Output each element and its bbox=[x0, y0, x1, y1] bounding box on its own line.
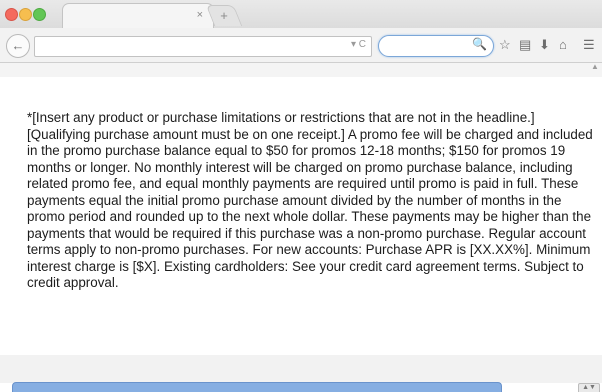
scroll-up-icon[interactable]: ▲ bbox=[588, 62, 602, 82]
back-button[interactable]: ← bbox=[6, 34, 30, 58]
nav-toolbar: ← ▾ C 🔍 ☆ ▤ ⬇ ⌂ ☰ bbox=[0, 28, 602, 63]
plus-icon: + bbox=[220, 8, 228, 23]
bookmark-star-icon[interactable]: ☆ bbox=[499, 37, 511, 53]
content-top-band bbox=[0, 63, 602, 77]
reading-list-icon[interactable]: ▤ bbox=[519, 37, 531, 53]
window-maximize-button[interactable] bbox=[33, 8, 46, 21]
content-bottom-band bbox=[0, 355, 602, 383]
browser-tab[interactable]: × bbox=[62, 3, 214, 29]
back-arrow-icon: ← bbox=[11, 38, 25, 53]
tab-close-icon[interactable]: × bbox=[197, 9, 203, 21]
window-minimize-button[interactable] bbox=[19, 8, 32, 21]
new-tab-button[interactable]: + bbox=[205, 5, 243, 26]
page-content: *[Insert any product or purchase limitat… bbox=[0, 63, 602, 383]
downloads-icon[interactable]: ⬇ bbox=[539, 37, 550, 53]
home-icon[interactable]: ⌂ bbox=[559, 37, 567, 53]
url-bar[interactable]: ▾ C bbox=[34, 36, 372, 57]
search-input[interactable]: 🔍 bbox=[378, 35, 494, 57]
window-close-button[interactable] bbox=[5, 8, 18, 21]
disclaimer-text: *[Insert any product or purchase limitat… bbox=[27, 110, 593, 290]
search-icon[interactable]: 🔍 bbox=[472, 37, 487, 51]
reload-icon[interactable]: ▾ C bbox=[351, 39, 366, 50]
tab-bar: × + bbox=[0, 0, 602, 29]
menu-icon[interactable]: ☰ bbox=[583, 37, 595, 53]
